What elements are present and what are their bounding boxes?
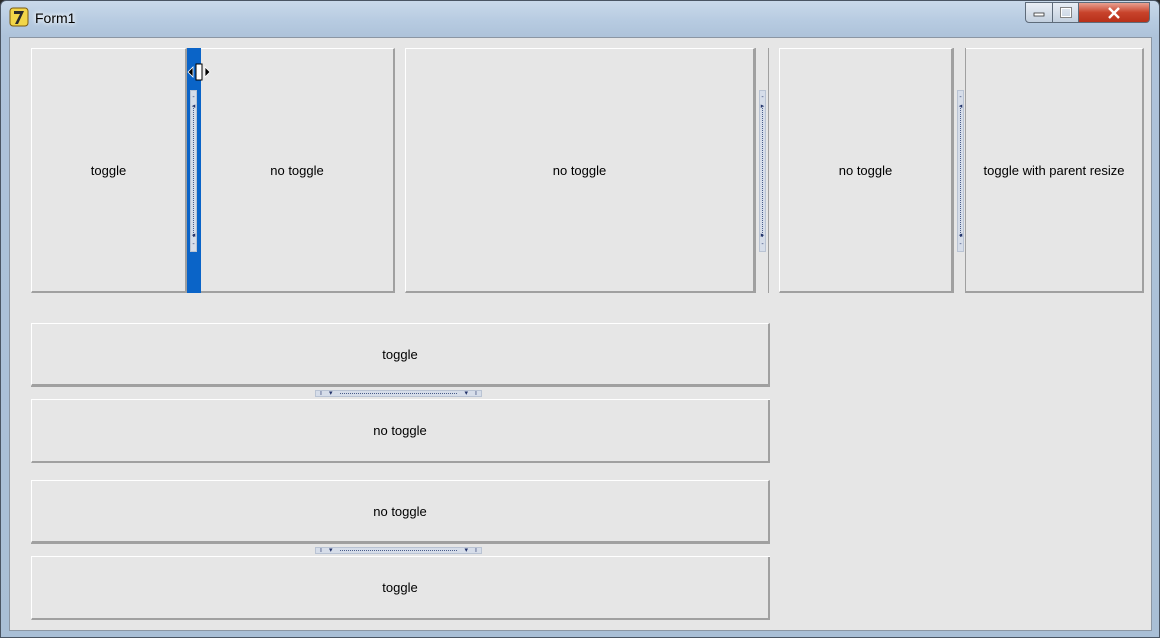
panel-middle-top-toggle: toggle <box>31 323 770 386</box>
panel-label: no toggle <box>373 503 427 519</box>
panel-label: toggle <box>90 162 127 178</box>
splitter-grip[interactable]: - ◂ ◂ - <box>957 90 964 252</box>
window: Form1 toggle - ◂ ◂ - no toggle no toggle… <box>0 0 1160 638</box>
panel-top-left-toggle: toggle <box>31 48 187 293</box>
title-bar[interactable]: Form1 <box>1 1 1159 33</box>
panel-top-right-no-toggle: no toggle <box>779 48 953 293</box>
splitter-top-left[interactable]: - ◂ ◂ - <box>187 48 201 293</box>
splitter-grip[interactable]: - ▸ ▸ - <box>759 90 766 252</box>
resize-cursor-icon <box>187 63 211 81</box>
panel-label: toggle with parent resize <box>983 162 1125 178</box>
panel-label: no toggle <box>373 423 427 438</box>
panel-label: toggle <box>382 580 418 595</box>
panel-middle-bottom-no-toggle: no toggle <box>31 400 770 463</box>
panel-label: toggle <box>382 346 418 362</box>
panel-label: no toggle <box>552 162 607 178</box>
close-icon <box>1108 6 1120 19</box>
panel-bottom-bottom-toggle: toggle <box>31 557 770 620</box>
splitter-grip[interactable]: ı ▾ ▾ ı <box>315 547 482 554</box>
splitter-top-middle[interactable]: - ▸ ▸ - <box>755 48 769 293</box>
panel-top-middle: no toggle <box>405 48 755 293</box>
splitter-grip[interactable]: ı ▾ ▾ ı <box>315 390 482 397</box>
splitter-top-right[interactable]: - ◂ ◂ - <box>953 48 966 293</box>
maximize-icon <box>1059 7 1072 18</box>
panel-bottom-top-no-toggle: no toggle <box>31 480 770 543</box>
splitter-grip[interactable]: - ◂ ◂ - <box>190 90 197 252</box>
splitter-middle[interactable]: ı ▾ ▾ ı <box>31 386 770 400</box>
splitter-bottom[interactable]: ı ▾ ▾ ı <box>31 543 770 557</box>
maximize-button[interactable] <box>1052 2 1079 23</box>
minimize-button[interactable] <box>1025 2 1053 23</box>
panel-label: no toggle <box>270 162 324 178</box>
panel-top-left-no-toggle: no toggle <box>201 48 395 293</box>
panel-top-right-toggle-parent-resize: toggle with parent resize <box>966 48 1144 293</box>
minimize-icon <box>1033 12 1045 16</box>
panel-label: no toggle <box>838 162 893 178</box>
form-client-area: toggle - ◂ ◂ - no toggle no toggle - ▸ ▸… <box>9 37 1152 631</box>
close-button[interactable] <box>1078 2 1150 23</box>
window-title: Form1 <box>35 10 76 26</box>
app-logo-icon <box>9 7 29 27</box>
